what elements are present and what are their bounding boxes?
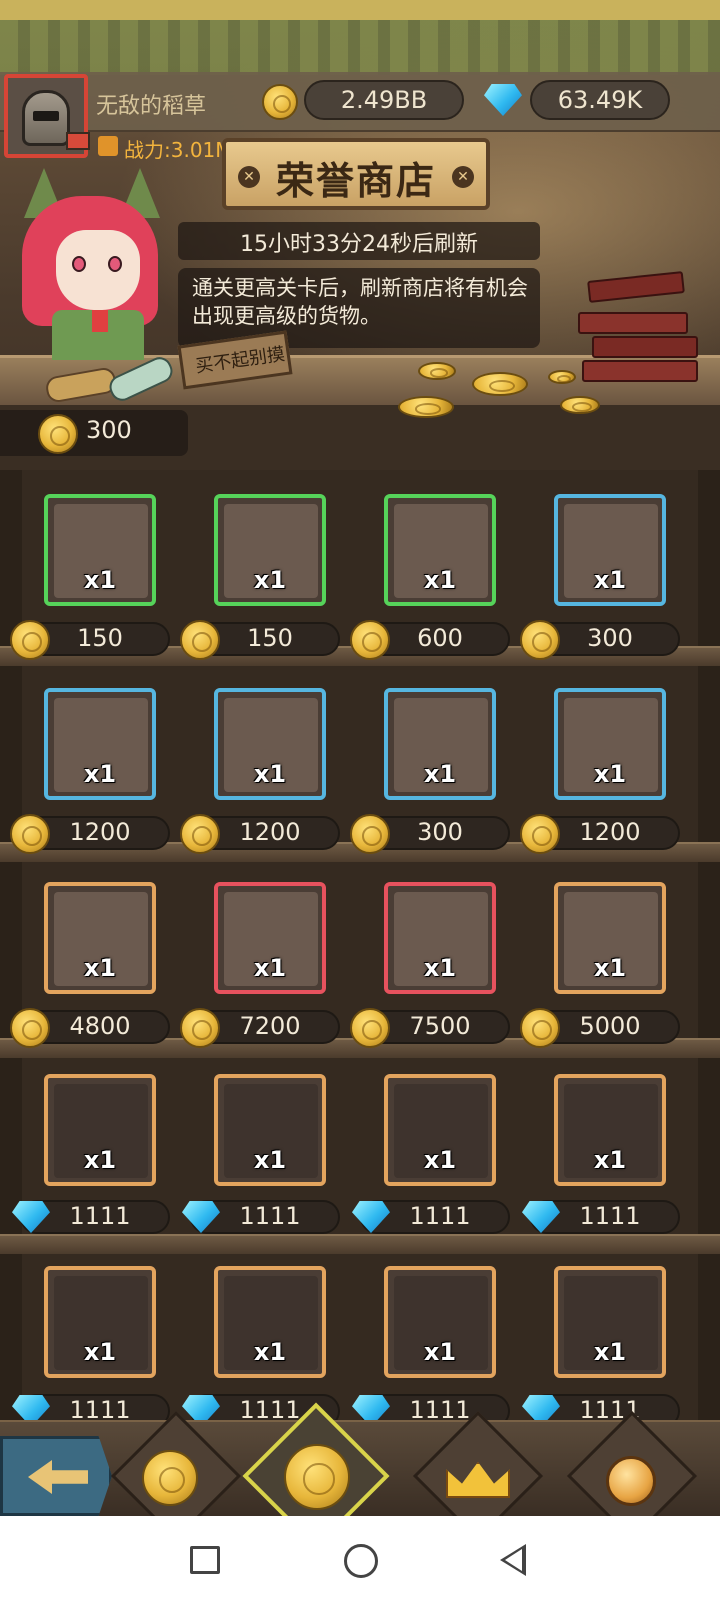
tip-text: 通关更高关卡后，刷新商店将有机会出现更高级的货物。 (192, 276, 528, 328)
coin-pile-icon (560, 396, 600, 414)
item-quantity: x1 (593, 760, 627, 788)
item-price: 600 (417, 624, 463, 652)
shop-item[interactable]: x1 (44, 1266, 156, 1378)
shop-item[interactable]: x1 (214, 494, 326, 606)
helmet-icon (22, 90, 70, 146)
item-price: 150 (247, 624, 293, 652)
shopkeeper-character (0, 160, 180, 360)
item-quantity: x1 (253, 1146, 287, 1174)
shop-item[interactable]: x1 (554, 882, 666, 994)
player-avatar[interactable] (4, 74, 90, 158)
diamond-amount[interactable]: 63.49K (530, 80, 670, 120)
books-decoration (578, 268, 708, 398)
shop-item[interactable]: x1 (44, 1074, 156, 1186)
item-quantity: x1 (83, 954, 117, 982)
item-price: 1200 (69, 818, 131, 846)
shop-item[interactable]: x1 (44, 688, 156, 800)
honor-coin-icon (284, 1444, 350, 1510)
item-price: 4800 (69, 1012, 131, 1040)
item-quantity: x1 (593, 1146, 627, 1174)
system-back-button[interactable] (500, 1544, 526, 1576)
item-price: 1111 (579, 1202, 641, 1230)
shop-item[interactable]: x1 (384, 688, 496, 800)
item-price: 7200 (239, 1012, 301, 1040)
shop-item[interactable]: x1 (554, 1266, 666, 1378)
shop-item[interactable]: x1 (554, 1074, 666, 1186)
player-name: 无敌的稻草 (96, 94, 207, 119)
item-quantity: x1 (83, 1146, 117, 1174)
item-quantity: x1 (593, 566, 627, 594)
item-quantity: x1 (593, 954, 627, 982)
item-quantity: x1 (423, 566, 457, 594)
item-quantity: x1 (83, 566, 117, 594)
item-price: 7500 (409, 1012, 471, 1040)
ornament-icon: ✕ (452, 166, 474, 188)
item-price: 1200 (579, 818, 641, 846)
shop-item[interactable]: x1 (384, 1074, 496, 1186)
item-price: 300 (587, 624, 633, 652)
top-decoration (0, 0, 720, 20)
coin-pile-icon (548, 370, 576, 384)
item-quantity: x1 (253, 760, 287, 788)
honor-coin-icon (38, 414, 78, 454)
item-price: 1111 (409, 1202, 471, 1230)
player-power: 战力:3.01M (124, 138, 233, 162)
item-price: 1111 (69, 1202, 131, 1230)
item-quantity: x1 (423, 1146, 457, 1174)
shop-item[interactable]: x1 (384, 494, 496, 606)
shop-title-banner: ✕ 荣誉商店 ✕ (222, 138, 490, 210)
shop-item[interactable]: x1 (214, 1074, 326, 1186)
shop-item[interactable]: x1 (44, 494, 156, 606)
item-price: 5000 (579, 1012, 641, 1040)
item-price: 150 (77, 624, 123, 652)
shop-item[interactable]: x1 (554, 494, 666, 606)
shop-title: 荣誉商店 (275, 159, 436, 203)
item-quantity: x1 (423, 760, 457, 788)
medal-icon (606, 1456, 656, 1506)
shop-item[interactable]: x1 (214, 1266, 326, 1378)
crowd-background (0, 20, 720, 75)
shop-item[interactable]: x1 (554, 688, 666, 800)
shelf-plank (0, 1234, 720, 1254)
scrolls-decoration (44, 353, 177, 408)
shop-item[interactable]: x1 (214, 882, 326, 994)
item-quantity: x1 (253, 566, 287, 594)
coin-pile-icon (472, 372, 528, 396)
flag-icon (66, 132, 90, 150)
item-quantity: x1 (593, 1338, 627, 1366)
shop-item[interactable]: x1 (44, 882, 156, 994)
coin-pile-icon (398, 396, 454, 418)
item-price: 1111 (239, 1202, 301, 1230)
shop-item[interactable]: x1 (384, 882, 496, 994)
coin-pile-icon (418, 362, 456, 380)
item-price: 1200 (239, 818, 301, 846)
dollar-coin-icon (142, 1450, 198, 1506)
shop-item[interactable]: x1 (214, 688, 326, 800)
shop-item[interactable]: x1 (384, 1266, 496, 1378)
item-quantity: x1 (423, 1338, 457, 1366)
item-quantity: x1 (423, 954, 457, 982)
recent-apps-button[interactable] (190, 1546, 220, 1574)
item-quantity: x1 (83, 1338, 117, 1366)
gold-coin-icon (262, 84, 298, 120)
power-icon (98, 136, 118, 156)
item-quantity: x1 (253, 954, 287, 982)
honor-amount: 300 (86, 416, 132, 444)
home-button[interactable] (344, 1544, 378, 1578)
refresh-timer: 15小时33分24秒后刷新 (240, 232, 478, 257)
gold-amount[interactable]: 2.49BB (304, 80, 464, 120)
item-price: 300 (417, 818, 463, 846)
item-quantity: x1 (83, 760, 117, 788)
item-quantity: x1 (253, 1338, 287, 1366)
